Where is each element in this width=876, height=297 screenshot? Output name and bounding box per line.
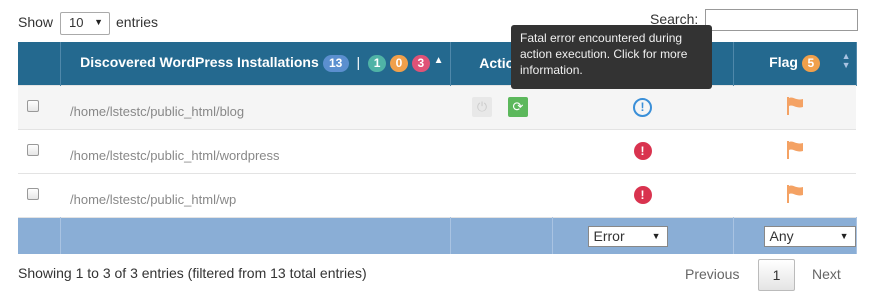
row-checkbox[interactable] <box>27 188 39 200</box>
chevron-down-icon: ▼ <box>651 230 661 241</box>
row-checkbox[interactable] <box>27 144 39 156</box>
filter-row: Error ▼ Any ▼ <box>18 216 857 254</box>
header-path[interactable]: Discovered WordPress Installations 13 | … <box>60 42 451 85</box>
header-select <box>18 42 61 85</box>
total-count-badge: 13 <box>322 55 349 73</box>
pink-count-badge: 3 <box>411 55 430 73</box>
flag-filter-select[interactable]: Any ▼ <box>763 225 856 247</box>
show-label: Show <box>18 14 54 30</box>
page-length-value: 10 <box>69 15 84 30</box>
info-circle-icon[interactable]: ! <box>633 97 652 117</box>
page-length-select[interactable]: 10 ▼ <box>60 12 110 35</box>
teal-count-badge: 1 <box>368 55 387 73</box>
sort-ascending-icon: ▲ <box>433 55 444 66</box>
table-row: /home/lstestc/public_html/wp ! <box>18 172 856 217</box>
row-checkbox[interactable] <box>27 100 39 112</box>
flag-filter-value: Any <box>769 227 794 244</box>
search-input[interactable] <box>705 9 858 31</box>
header-separator: | <box>356 54 361 71</box>
flag-icon <box>786 140 803 159</box>
table-row: /home/lstestc/public_html/wordpress ! <box>18 128 856 173</box>
table-info: Showing 1 to 3 of 3 entries (filtered fr… <box>18 265 367 281</box>
refresh-icon[interactable]: ⟳ <box>508 96 528 117</box>
installations-table: Discovered WordPress Installations 13 | … <box>18 42 857 254</box>
status-filter-value: Error <box>593 227 625 244</box>
orange-count-badge: 0 <box>389 55 408 73</box>
error-circle-icon[interactable]: ! <box>633 142 652 160</box>
flag-cell[interactable] <box>733 172 856 217</box>
error-tooltip: Fatal error encountered during action ex… <box>511 25 712 89</box>
header-flag-label: Flag <box>769 54 798 71</box>
status-filter-select[interactable]: Error ▼ <box>587 225 668 247</box>
sort-both-icon: ▲ ▼ <box>841 51 851 70</box>
installation-path: /home/lstestc/public_html/blog <box>70 103 245 119</box>
installation-path: /home/lstestc/public_html/wordpress <box>70 147 280 163</box>
flag-icon <box>786 184 803 203</box>
entries-label: entries <box>116 14 159 30</box>
flag-cell[interactable] <box>733 128 856 173</box>
previous-page-button[interactable]: Previous <box>685 259 739 291</box>
header-flag[interactable]: Flag 5 ▲ ▼ <box>733 42 857 85</box>
table-header-row: Discovered WordPress Installations 13 | … <box>18 42 857 85</box>
installation-path: /home/lstestc/public_html/wp <box>70 191 237 207</box>
error-circle-icon[interactable]: ! <box>633 186 652 204</box>
chevron-down-icon: ▼ <box>839 230 849 241</box>
table-controls: Show 10 ▼ entries Search: <box>0 0 876 42</box>
header-path-label: Discovered WordPress Installations <box>80 54 319 71</box>
flag-count-badge: 5 <box>801 55 820 73</box>
table-row: /home/lstestc/public_html/blog ⏻ ⟳ ! <box>18 84 856 129</box>
next-page-button[interactable]: Next <box>812 259 841 291</box>
page-button-1[interactable]: 1 <box>758 259 795 291</box>
power-icon: ⏻ <box>472 96 492 117</box>
flag-icon <box>786 96 803 115</box>
flag-cell[interactable] <box>733 84 856 129</box>
chevron-down-icon: ▼ <box>94 17 103 27</box>
